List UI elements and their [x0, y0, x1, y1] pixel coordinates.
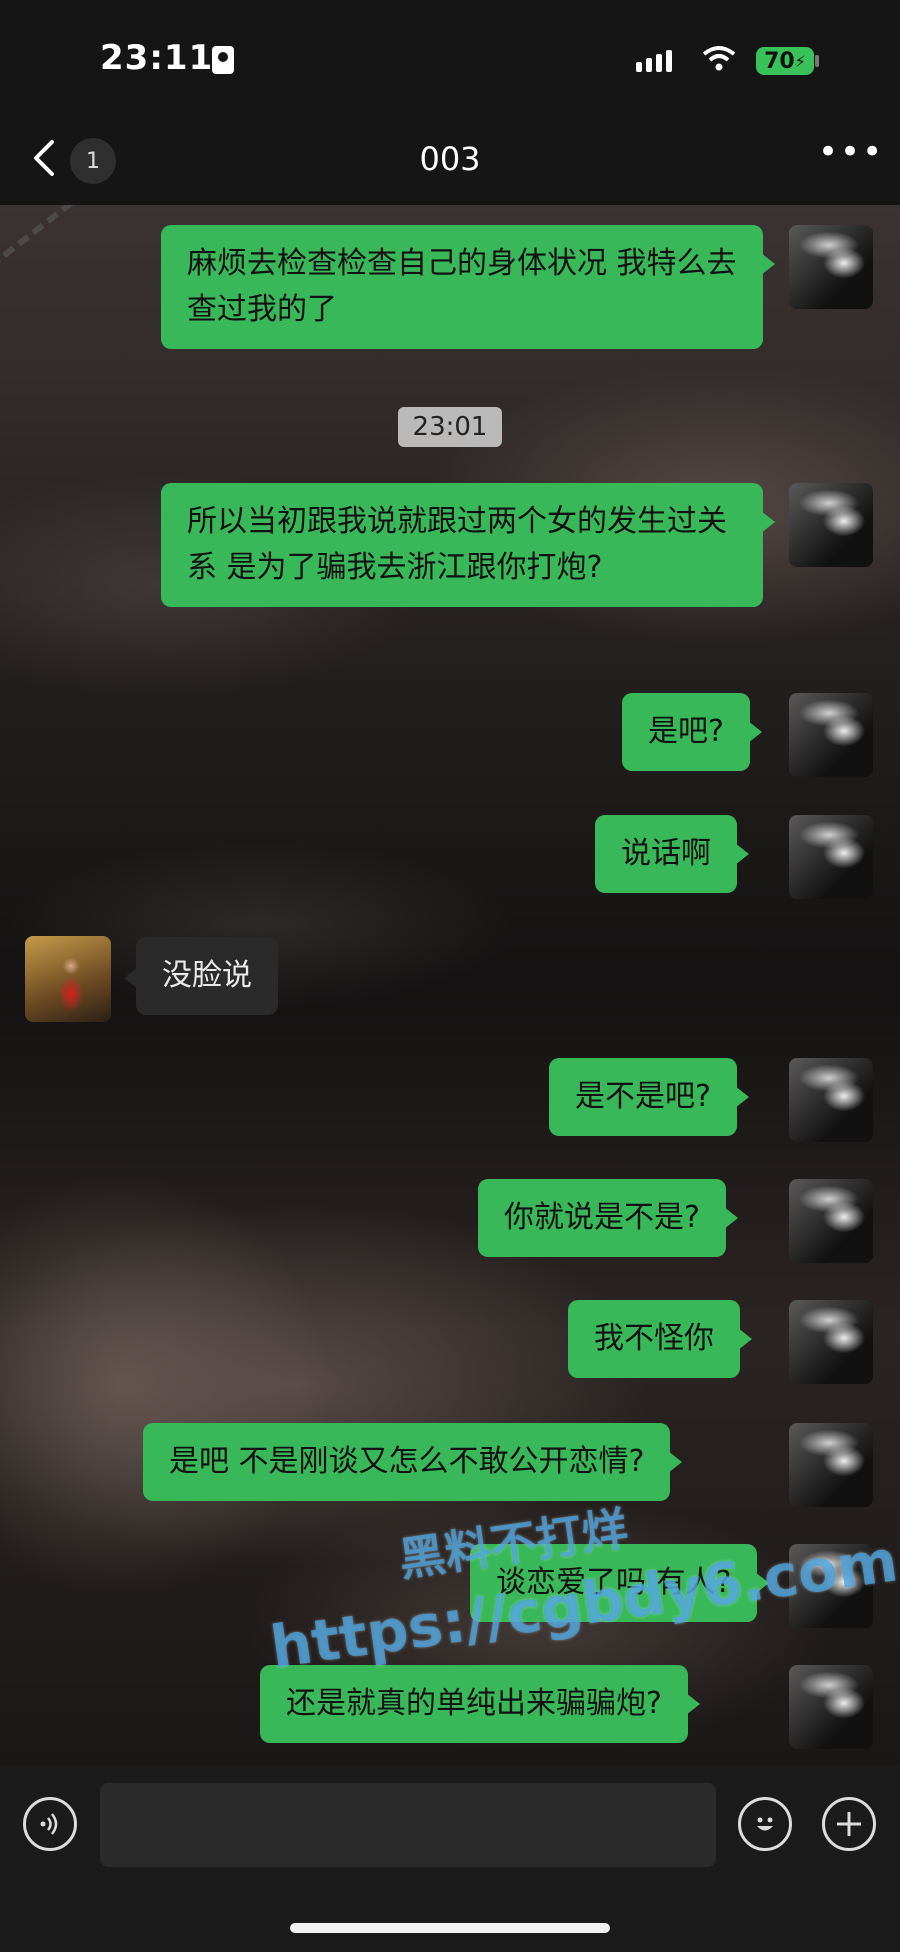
emoji-icon[interactable] — [738, 1797, 792, 1851]
status-time: 23:11 — [100, 38, 214, 78]
cellular-signal-icon — [636, 50, 672, 72]
message-input[interactable] — [100, 1783, 716, 1867]
message-bubble[interactable]: 是不是吧? — [549, 1058, 749, 1136]
message-bubble[interactable]: 没脸说 — [124, 937, 278, 1015]
voice-icon[interactable] — [23, 1797, 77, 1851]
battery-tip — [815, 55, 819, 67]
my-avatar[interactable] — [789, 1179, 873, 1263]
contact-avatar[interactable] — [25, 936, 111, 1022]
contact-card-icon — [212, 46, 234, 74]
message-bubble[interactable]: 说话啊 — [595, 815, 749, 893]
my-avatar[interactable] — [789, 483, 873, 567]
status-bar: 23:11 70 ⚡ — [0, 0, 900, 110]
my-avatar[interactable] — [789, 1300, 873, 1384]
chat-title: 003 — [419, 140, 481, 178]
plus-icon[interactable] — [822, 1797, 876, 1851]
my-avatar[interactable] — [789, 1058, 873, 1142]
my-avatar[interactable] — [789, 693, 873, 777]
message-bubble[interactable]: 所以当初跟我说就跟过两个女的发生过关系 是为了骗我去浙江跟你打炮? — [161, 483, 775, 607]
battery-icon: 70 ⚡ — [756, 47, 814, 75]
message-timestamp: 23:01 — [398, 407, 502, 447]
message-bubble[interactable]: 是吧 不是刚谈又怎么不敢公开恋情? — [143, 1423, 683, 1501]
my-avatar[interactable] — [789, 815, 873, 899]
message-bubble[interactable]: 我不怪你 — [568, 1300, 752, 1378]
my-avatar[interactable] — [789, 1423, 873, 1507]
my-avatar[interactable] — [789, 225, 873, 309]
message-bubble[interactable]: 还是就真的单纯出来骗骗炮? — [260, 1665, 700, 1743]
battery-level: 70 — [764, 48, 795, 74]
home-indicator[interactable] — [290, 1923, 610, 1933]
more-icon[interactable]: ••• — [818, 132, 882, 172]
wifi-icon — [702, 44, 736, 78]
chat-header: 1 003 ••• — [0, 110, 900, 205]
my-avatar[interactable] — [789, 1665, 873, 1749]
message-bubble[interactable]: 麻烦去检查检查自己的身体状况 我特么去查过我的了 — [161, 225, 775, 349]
message-bubble[interactable]: 是吧? — [622, 693, 762, 771]
message-bubble[interactable]: 你就说是不是? — [478, 1179, 738, 1257]
